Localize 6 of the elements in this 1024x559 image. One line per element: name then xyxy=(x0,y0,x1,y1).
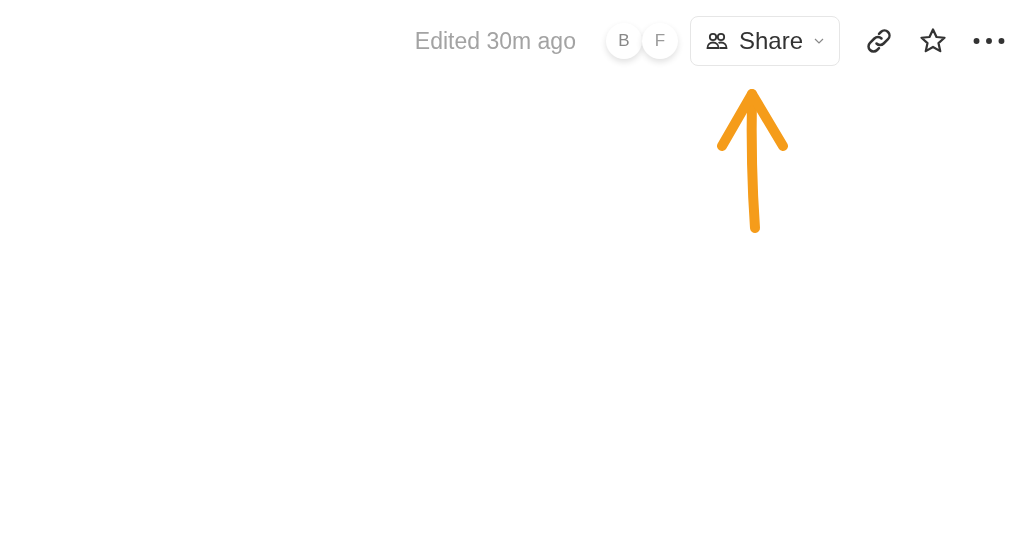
user-avatar[interactable]: B xyxy=(605,23,642,59)
edited-time: Edited 30m ago xyxy=(414,27,576,55)
user-avatar[interactable]: F xyxy=(641,23,678,59)
more-icon[interactable] xyxy=(972,35,1006,47)
link-icon[interactable] xyxy=(864,26,894,56)
share-button[interactable]: Share xyxy=(689,16,840,66)
